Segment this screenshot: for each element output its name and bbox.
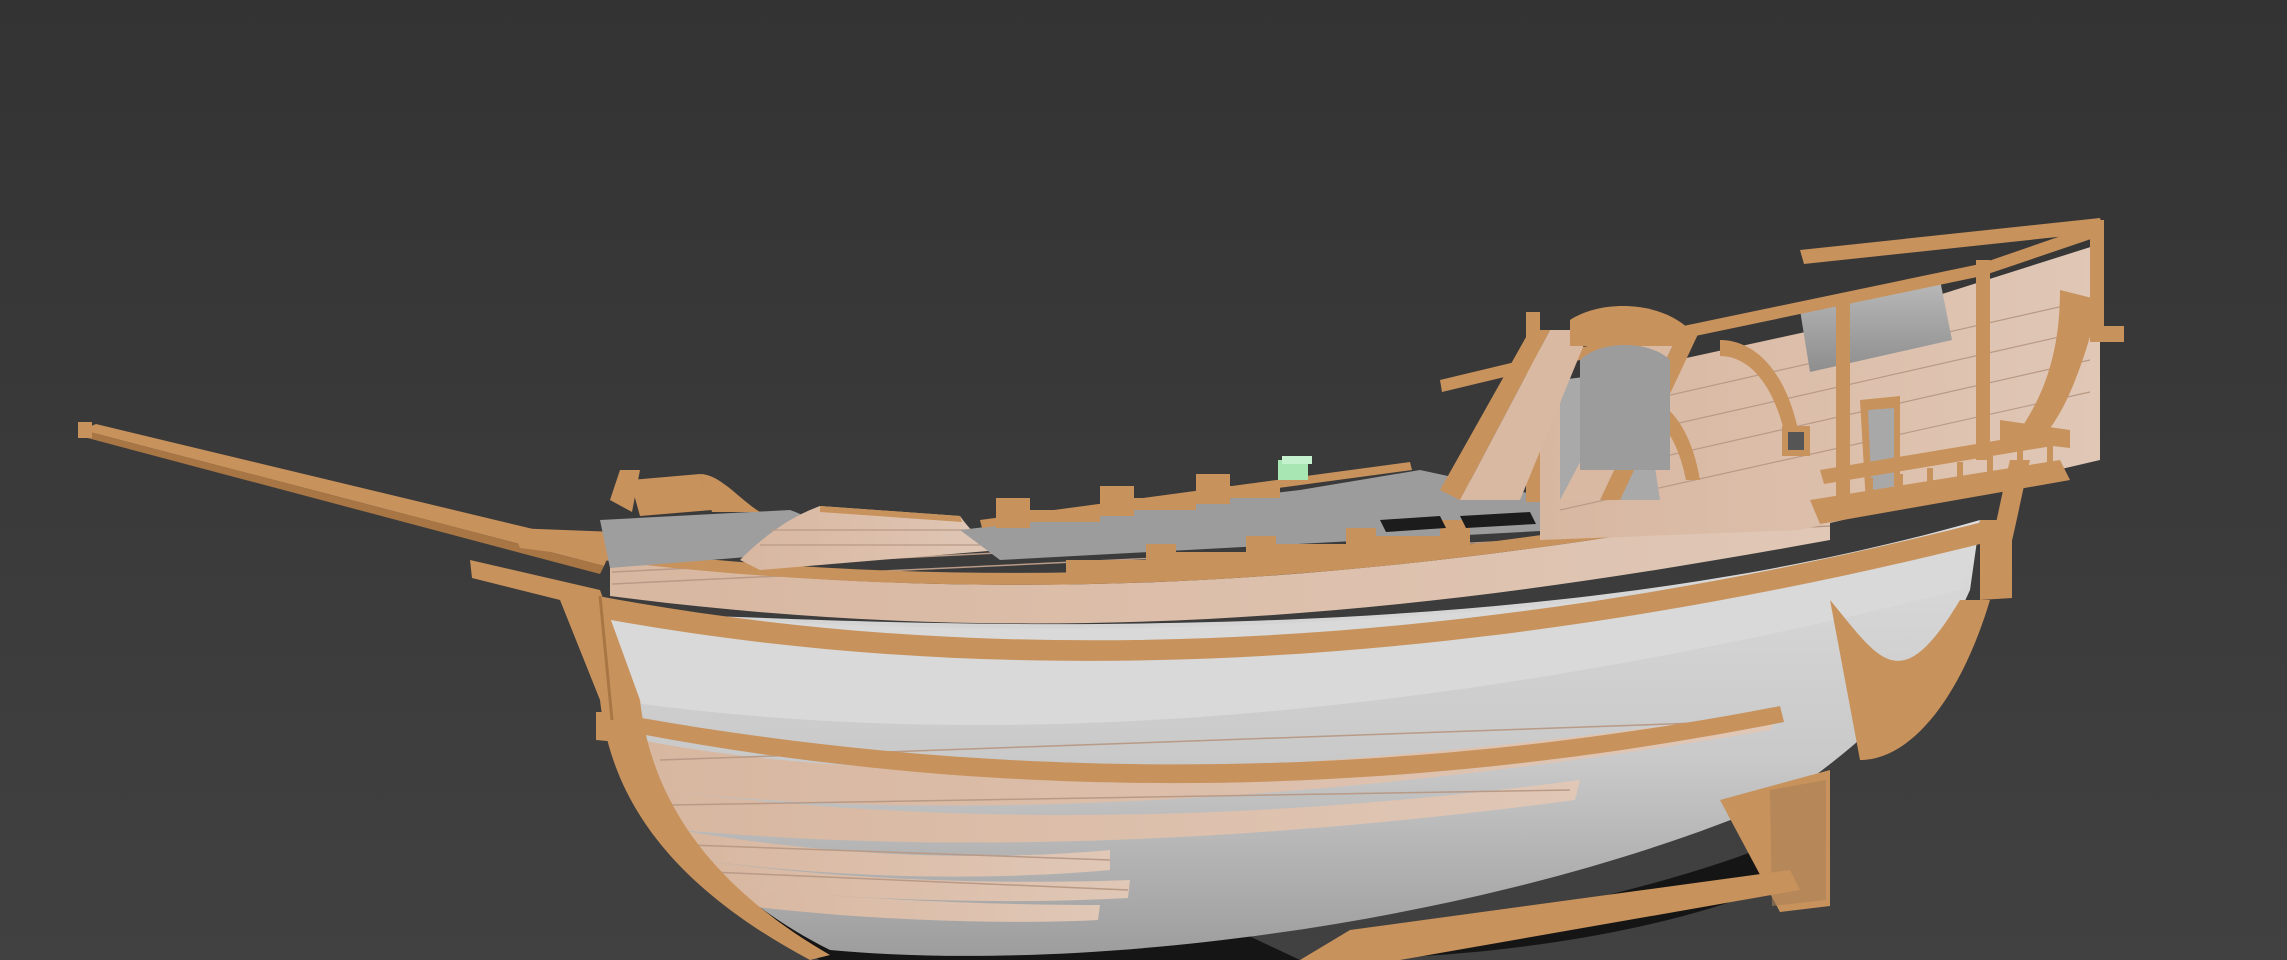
ship-scene (0, 0, 2287, 960)
3d-viewport[interactable] (0, 0, 2287, 960)
